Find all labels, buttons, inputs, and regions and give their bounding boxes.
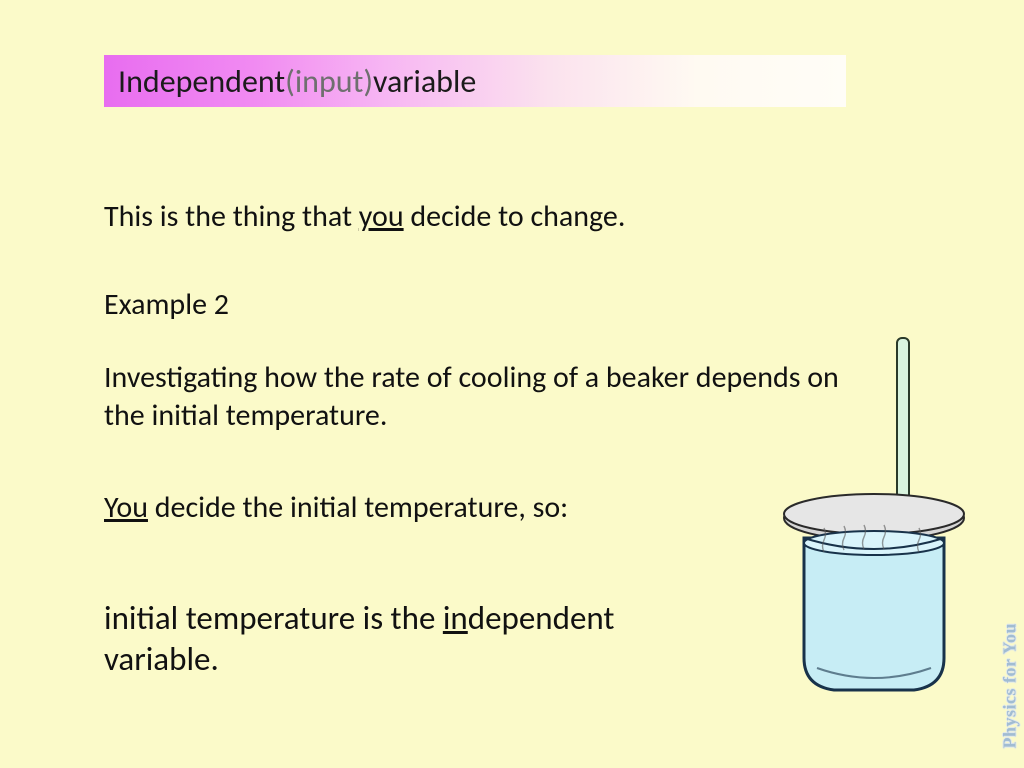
slide-title-bar: Independent (input) variable: [104, 55, 846, 107]
intro-line: This is the thing that you decide to cha…: [104, 198, 625, 236]
example-text: Investigating how the rate of cooling of…: [104, 359, 884, 434]
intro-post: decide to change.: [404, 198, 626, 235]
conclusion-line: initial temperature is the independent v…: [104, 598, 664, 681]
intro-you: you: [359, 198, 404, 235]
decide-you: You: [104, 489, 148, 526]
watermark-physics-for-you: Physics for You: [1000, 623, 1021, 749]
title-paren: (input): [285, 62, 373, 101]
concl-in: in: [443, 598, 468, 638]
intro-pre: This is the thing that: [104, 198, 359, 235]
concl-pre: initial temperature is the: [104, 598, 443, 638]
title-trail: variable: [373, 62, 476, 101]
decide-post: decide the initial temperature, so:: [148, 489, 568, 526]
title-lead: Independent: [118, 62, 285, 101]
decide-line: You decide the initial temperature, so:: [104, 489, 664, 527]
slide: Independent (input) variable This is the…: [0, 0, 1024, 768]
example-label: Example 2: [104, 286, 229, 324]
